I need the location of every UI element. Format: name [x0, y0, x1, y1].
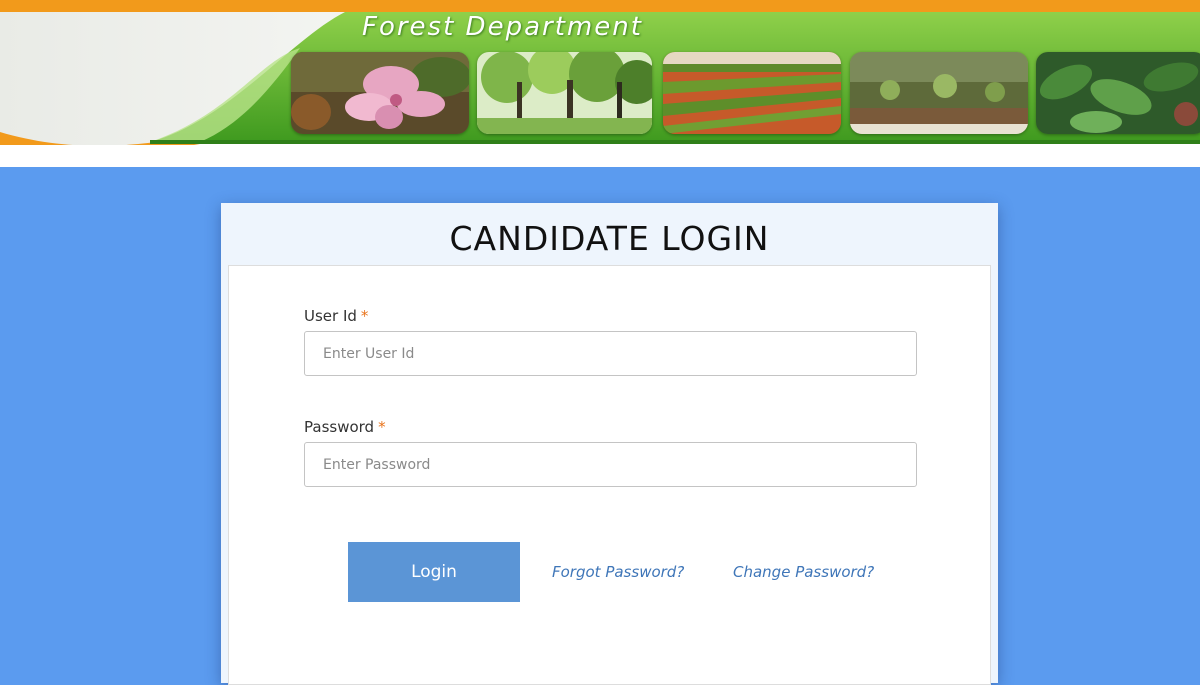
password-required-mark: * — [378, 418, 386, 436]
password-label-text: Password — [304, 418, 375, 436]
plantation-field-photo — [663, 52, 841, 134]
forest-trees-photo — [477, 52, 652, 134]
department-title: Forest Department — [362, 12, 643, 42]
leafy-plant-photo — [1036, 52, 1200, 134]
user-id-label: User Id * — [304, 307, 368, 325]
forgot-password-link[interactable]: Forgot Password? — [552, 563, 684, 581]
password-label: Password * — [304, 418, 386, 436]
login-card: CANDIDATE LOGIN User Id* Password* Login… — [221, 203, 998, 685]
login-button[interactable]: Login — [348, 542, 520, 602]
user-id-required-mark: * — [360, 307, 369, 325]
header-banner: Forest Department — [0, 0, 1200, 167]
change-password-link[interactable]: Change Password? — [733, 563, 874, 581]
user-id-label-text: User Id — [304, 307, 357, 325]
nursery-seedlings-photo — [850, 52, 1028, 134]
user-id-input[interactable] — [304, 331, 917, 376]
login-heading: CANDIDATE LOGIN — [449, 219, 770, 258]
flower-photo — [291, 52, 469, 134]
password-input[interactable] — [304, 442, 917, 487]
login-form: User Id* Password* Login Forgot Password… — [228, 265, 991, 685]
